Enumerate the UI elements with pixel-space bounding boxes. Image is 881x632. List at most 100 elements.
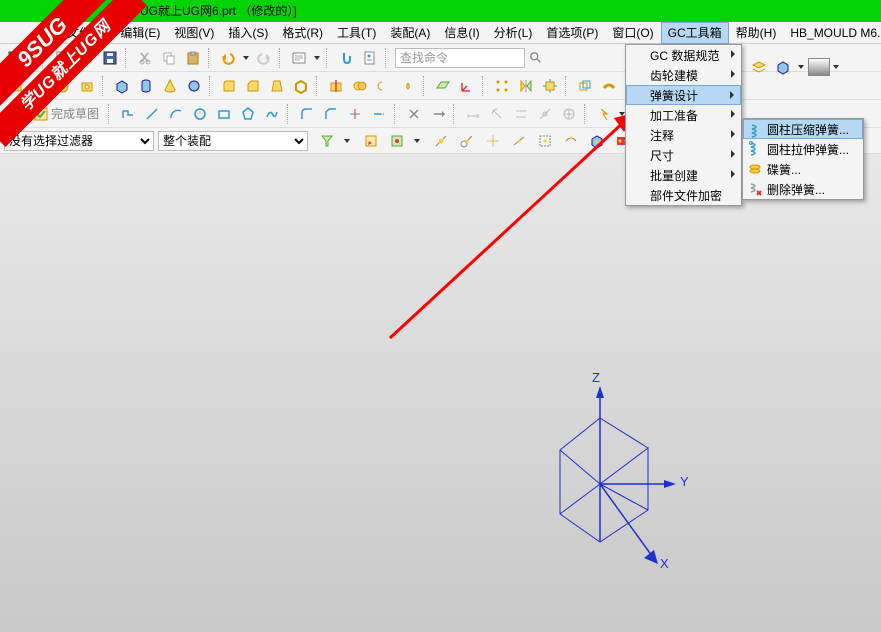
menu-prefs[interactable]: 首选项(P) — [539, 22, 605, 44]
block-button[interactable] — [111, 75, 133, 97]
assembly-select[interactable]: 整个装配 — [158, 131, 308, 151]
start-dropdown[interactable] — [28, 47, 38, 69]
cone-button[interactable] — [159, 75, 181, 97]
sel1-button[interactable] — [360, 130, 382, 152]
revolve-button[interactable] — [52, 75, 74, 97]
undo-button[interactable] — [217, 47, 239, 69]
menu-format[interactable]: 格式(R) — [275, 22, 330, 44]
con3-button[interactable] — [558, 103, 580, 125]
filter-select[interactable]: 没有选择过滤器 — [4, 131, 154, 151]
line-button[interactable] — [141, 103, 163, 125]
sel2-button[interactable] — [386, 130, 408, 152]
cut-button[interactable] — [134, 47, 156, 69]
menu-info[interactable]: 信息(I) — [437, 22, 486, 44]
draft-button[interactable] — [266, 75, 288, 97]
shade-dd[interactable] — [796, 56, 806, 78]
gc-menu-batch[interactable]: 批量创建 — [626, 165, 741, 185]
gc-menu-mfg[interactable]: 加工准备 — [626, 105, 741, 125]
subtract-button[interactable] — [373, 75, 395, 97]
sketch-button[interactable] — [4, 75, 26, 97]
filter-btn1-dd[interactable] — [342, 130, 352, 152]
start-button[interactable] — [4, 47, 26, 69]
spring-delete[interactable]: 删除弹簧... — [743, 179, 863, 199]
touch-button[interactable] — [335, 47, 357, 69]
snap6-button[interactable] — [560, 130, 582, 152]
background-button[interactable] — [808, 58, 830, 76]
offset-button[interactable] — [574, 75, 596, 97]
paste-button[interactable] — [182, 47, 204, 69]
dim2-button[interactable] — [486, 103, 508, 125]
con1-button[interactable] — [510, 103, 532, 125]
fillet-button[interactable] — [296, 103, 318, 125]
search-input[interactable]: 查找命令 — [395, 48, 525, 68]
search-button[interactable] — [525, 48, 547, 68]
menu-hbmould[interactable]: HB_MOULD M6.3 — [783, 22, 881, 44]
dim1-button[interactable] — [462, 103, 484, 125]
snap3-button[interactable] — [482, 130, 504, 152]
mirror-button[interactable] — [515, 75, 537, 97]
open-button[interactable] — [75, 47, 97, 69]
redo-button[interactable] — [253, 47, 275, 69]
journal-dropdown[interactable] — [312, 47, 322, 69]
copy-button[interactable] — [158, 47, 180, 69]
trim-curve-button[interactable] — [344, 103, 366, 125]
thicken-button[interactable] — [598, 75, 620, 97]
extrude-button[interactable] — [28, 75, 50, 97]
chamfer-button[interactable] — [242, 75, 264, 97]
menu-analysis[interactable]: 分析(L) — [487, 22, 540, 44]
shell-button[interactable] — [290, 75, 312, 97]
sel2-dd[interactable] — [412, 130, 422, 152]
gc-menu-enc[interactable]: 部件文件加密 — [626, 185, 741, 205]
spring-disc[interactable]: 碟簧... — [743, 159, 863, 179]
profile-button[interactable] — [117, 103, 139, 125]
pattern-button[interactable] — [491, 75, 513, 97]
menu-insert[interactable]: 插入(S) — [221, 22, 275, 44]
datum-plane-button[interactable] — [432, 75, 454, 97]
feature-list-button[interactable] — [4, 103, 26, 125]
journal-button[interactable] — [288, 47, 310, 69]
quick-trim-button[interactable] — [403, 103, 425, 125]
con2-button[interactable] — [534, 103, 556, 125]
filter-btn1[interactable] — [316, 130, 338, 152]
menu-file[interactable]: 文件(F) — [60, 22, 113, 44]
spline-button[interactable] — [261, 103, 283, 125]
snap2-button[interactable] — [456, 130, 478, 152]
intersect-button[interactable] — [397, 75, 419, 97]
undo-dropdown[interactable] — [241, 47, 251, 69]
menu-gctoolbox[interactable]: GC工具箱 — [661, 22, 729, 44]
gc-menu-gear[interactable]: 齿轮建模 — [626, 65, 741, 85]
finish-sketch-button[interactable]: 完成草图 — [28, 103, 104, 125]
move-button[interactable] — [539, 75, 561, 97]
gc-menu-dim[interactable]: 尺寸 — [626, 145, 741, 165]
unite-button[interactable] — [349, 75, 371, 97]
new-button[interactable] — [51, 47, 73, 69]
properties-button[interactable] — [359, 47, 381, 69]
spring-comp[interactable]: 圆柱压缩弹簧... — [743, 119, 863, 139]
menu-help[interactable]: 帮助(H) — [729, 22, 784, 44]
sphere-button[interactable] — [183, 75, 205, 97]
trim-button[interactable] — [325, 75, 347, 97]
graphics-canvas[interactable]: Z Y X — [0, 154, 881, 632]
blend-button[interactable] — [218, 75, 240, 97]
save-button[interactable] — [99, 47, 121, 69]
snap1-button[interactable] — [430, 130, 452, 152]
gc-menu-note[interactable]: 注释 — [626, 125, 741, 145]
polygon-button[interactable] — [237, 103, 259, 125]
hole-button[interactable] — [76, 75, 98, 97]
snap4-button[interactable] — [508, 130, 530, 152]
quick-extend-button[interactable] — [427, 103, 449, 125]
background-dd[interactable] — [831, 56, 841, 78]
gc-menu-data[interactable]: GC 数据规范 — [626, 45, 741, 65]
cylinder-button[interactable] — [135, 75, 157, 97]
snap5-button[interactable] — [534, 130, 556, 152]
menu-edit[interactable]: 编辑(E) — [113, 22, 167, 44]
gc-menu-spring[interactable]: 弹簧设计 — [626, 85, 741, 105]
rect-button[interactable] — [213, 103, 235, 125]
shade-button[interactable] — [772, 56, 794, 78]
light-button[interactable] — [593, 103, 615, 125]
extend-curve-button[interactable] — [368, 103, 390, 125]
menu-window[interactable]: 窗口(O) — [605, 22, 660, 44]
circle-button[interactable] — [189, 103, 211, 125]
snap7-button[interactable] — [586, 130, 608, 152]
spring-ext[interactable]: 圆柱拉伸弹簧... — [743, 139, 863, 159]
